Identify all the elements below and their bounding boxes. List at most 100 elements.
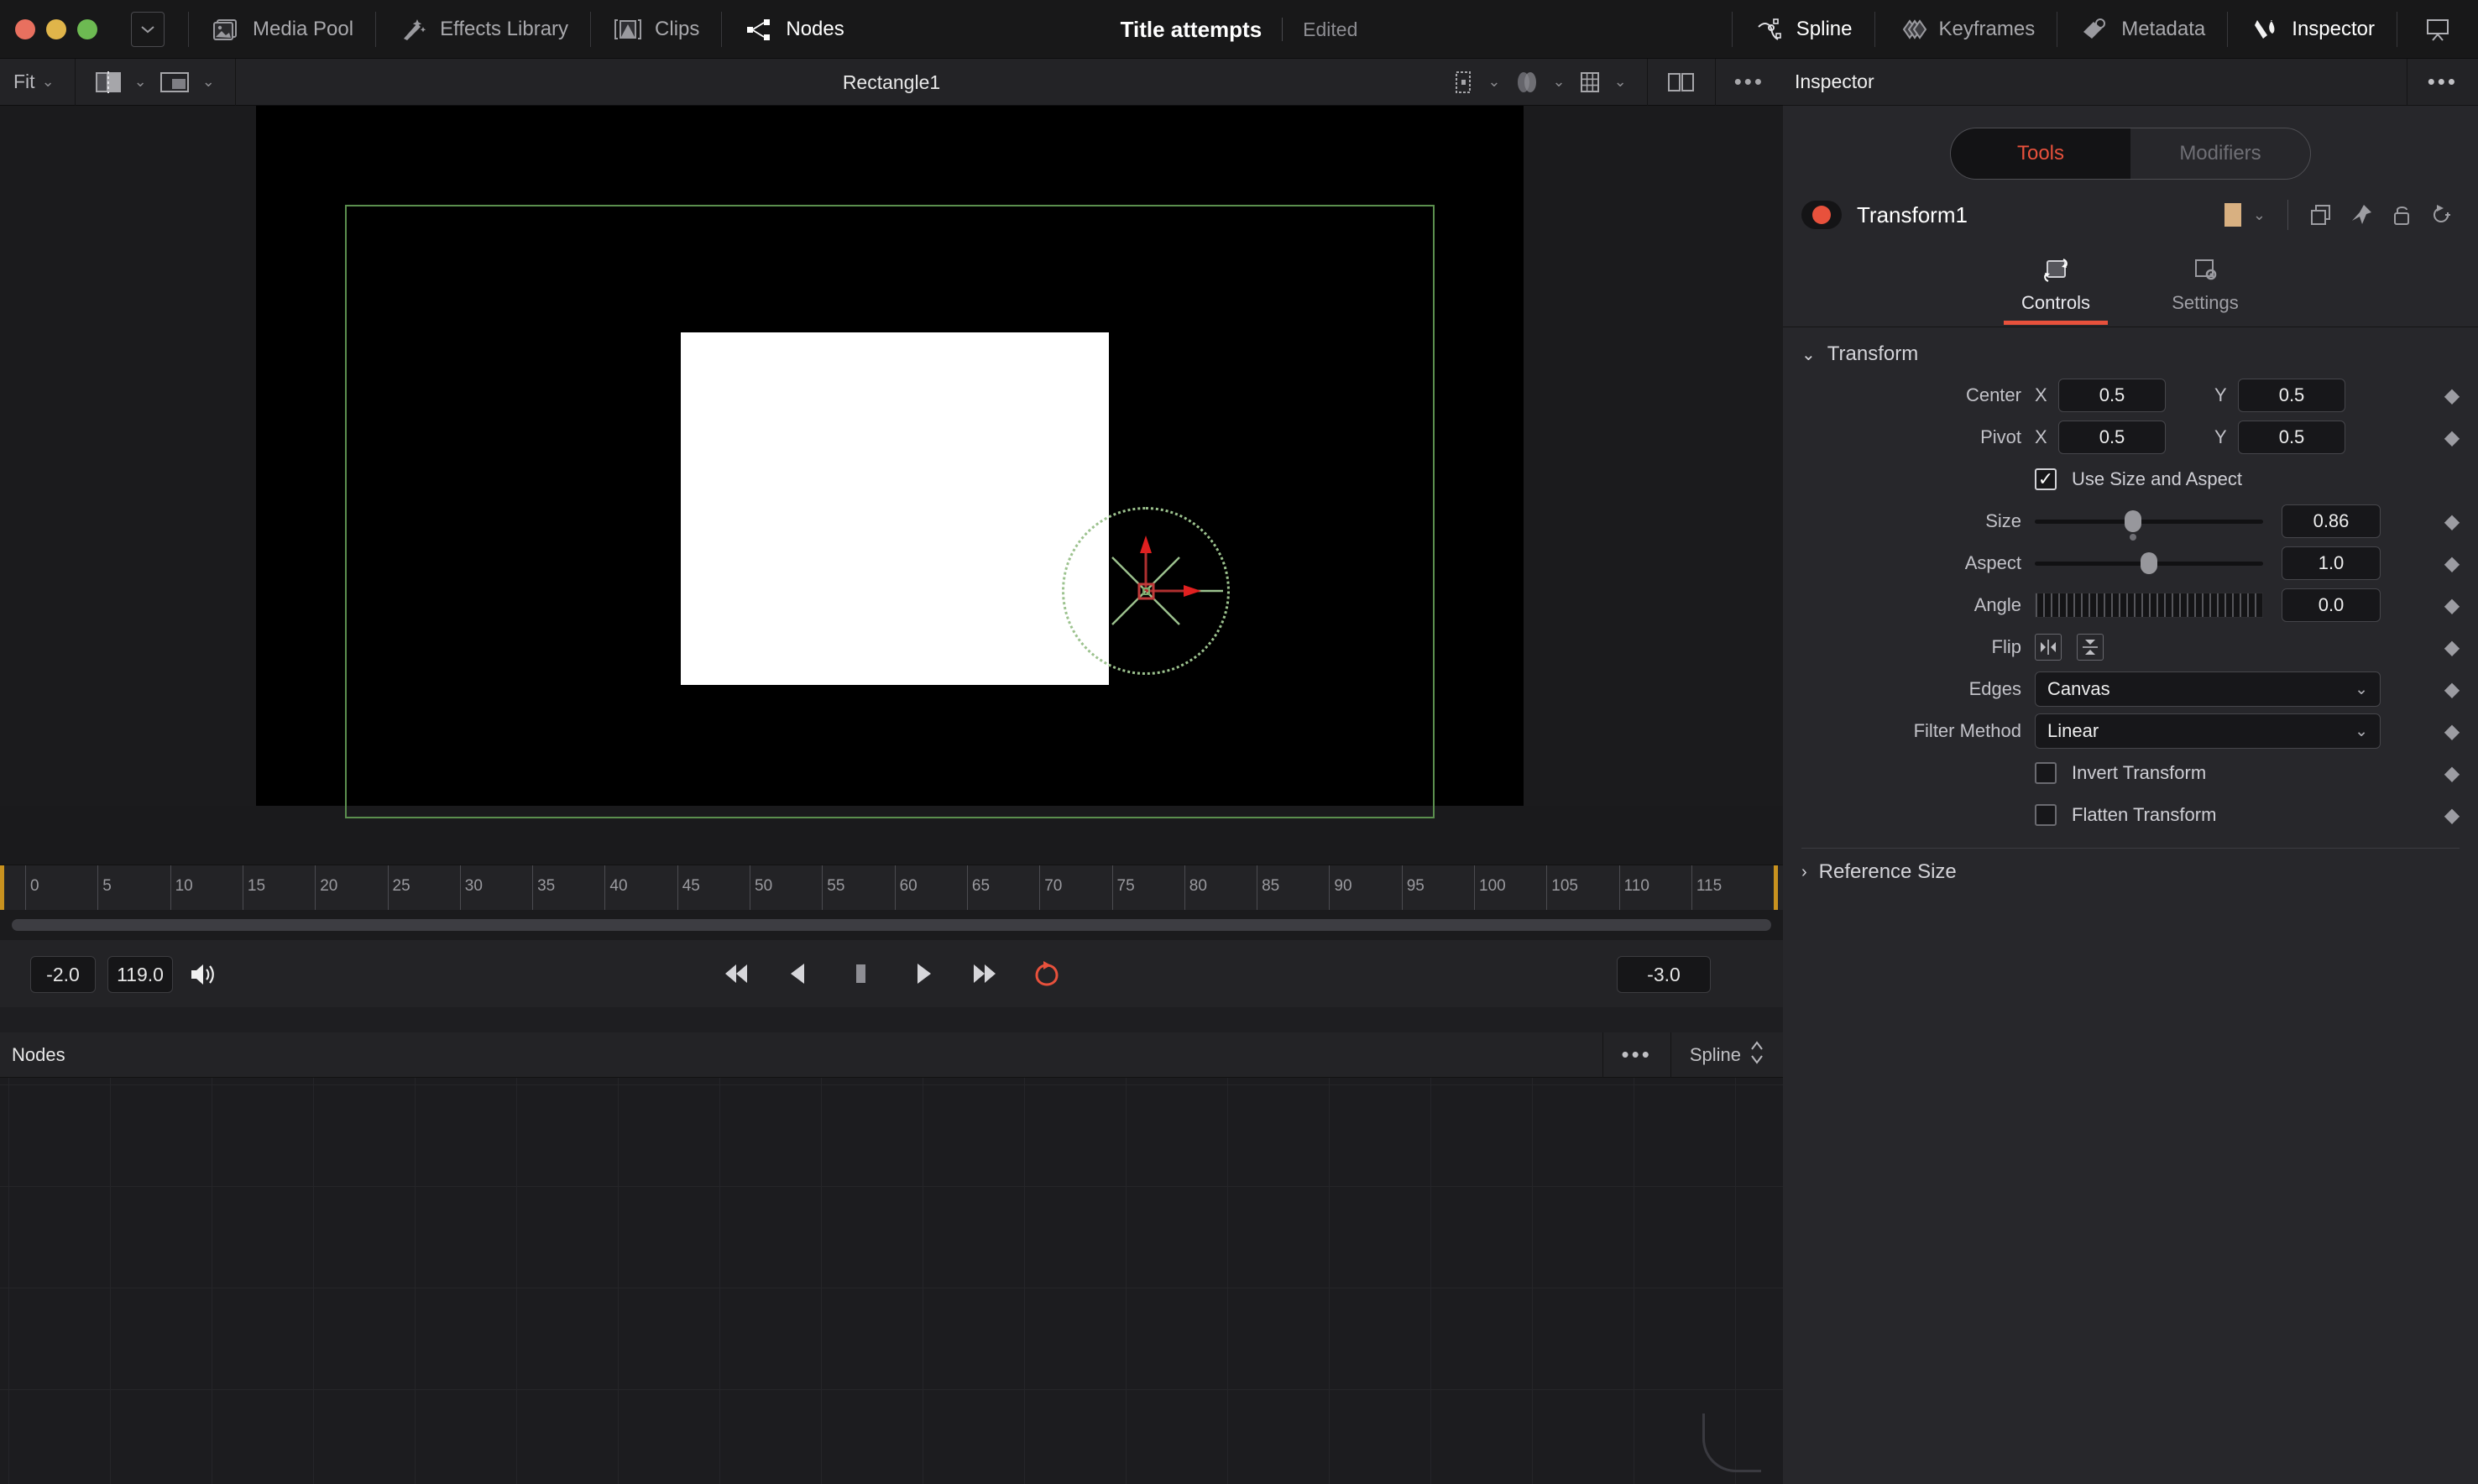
window-controls[interactable]	[0, 18, 97, 39]
keyframe-diamond-icon[interactable]: ◆	[2439, 677, 2465, 702]
param-field-y[interactable]: 0.5	[2238, 379, 2345, 412]
timeline-range-start[interactable]	[0, 865, 4, 911]
roi-icon[interactable]	[1446, 65, 1481, 99]
chevron-down-icon[interactable]: ⌄	[1546, 73, 1572, 91]
keyframe-diamond-icon[interactable]: ◆	[2439, 761, 2465, 786]
timeline-ruler[interactable]: 0 5 10 15 20 25 30 35 40 45 50 55 60 65 70 75 80 85 90 95 10…	[0, 865, 1783, 911]
param-field-x[interactable]: 0.5	[2058, 379, 2166, 412]
slider-handle[interactable]	[2124, 510, 2141, 532]
slider-handle[interactable]	[2141, 552, 2157, 574]
split-wipe-icon[interactable]	[89, 65, 128, 99]
keyframe-diamond-icon[interactable]: ◆	[2439, 426, 2465, 450]
param-field-size[interactable]: 0.86	[2282, 504, 2381, 538]
split-view-control[interactable]: ⌄ ⌄	[76, 59, 235, 106]
loop-icon[interactable]	[1029, 955, 1064, 992]
keyframe-diamond-icon[interactable]: ◆	[2439, 719, 2465, 744]
current-frame-field[interactable]: -3.0	[1617, 956, 1711, 993]
slider-aspect[interactable]	[2035, 546, 2263, 580]
chevron-down-icon[interactable]: ⌄	[1481, 73, 1507, 91]
duplicate-icon[interactable]	[2303, 197, 2339, 233]
axis-label-y: Y	[2214, 384, 2227, 405]
grid-overlay-icon[interactable]	[1572, 65, 1608, 99]
section-header-reference-size[interactable]: › Reference Size	[1783, 849, 2478, 892]
play-icon[interactable]	[905, 955, 940, 992]
chevron-down-icon[interactable]: ⌄	[196, 73, 222, 91]
tab-inspector[interactable]: Inspector	[2228, 0, 2397, 59]
param-field-y[interactable]: 0.5	[2238, 421, 2345, 454]
viewer-display-options[interactable]: ⌄ ⌄ ⌄	[1432, 59, 1646, 106]
angle-scrub-control[interactable]	[2035, 593, 2263, 618]
flip-vertical-icon[interactable]	[2077, 634, 2104, 661]
tab-controls[interactable]: Controls	[1993, 253, 2119, 327]
checkbox-use-size-and-aspect[interactable]: ✓	[2035, 468, 2057, 490]
slider-track	[2035, 519, 2263, 524]
color-channels-icon[interactable]	[1508, 65, 1546, 99]
maximize-window-button[interactable]	[77, 18, 97, 39]
keyframe-diamond-icon[interactable]: ◆	[2439, 635, 2465, 660]
node-actions-divider	[2287, 200, 2288, 230]
close-window-button[interactable]	[15, 18, 35, 39]
up-down-stepper-icon[interactable]	[1749, 1038, 1764, 1072]
tab-spline[interactable]: Spline	[1733, 0, 1874, 59]
tab-clips[interactable]: Clips	[591, 0, 721, 59]
chevron-down-icon[interactable]: ⌄	[2246, 206, 2272, 224]
picture-in-picture-icon[interactable]	[154, 65, 196, 99]
timeline-range-end[interactable]	[1774, 865, 1778, 911]
tab-tools[interactable]: Tools	[1951, 128, 2130, 179]
keyframe-diamond-icon[interactable]: ◆	[2439, 384, 2465, 408]
pin-icon[interactable]	[2344, 197, 2379, 233]
checkbox-flatten-transform[interactable]	[2035, 804, 2057, 826]
slider-size[interactable]	[2035, 504, 2263, 541]
param-field-aspect[interactable]: 1.0	[2282, 546, 2381, 580]
transform-onscreen-control[interactable]	[1062, 507, 1230, 675]
timeline-scrollbar-row[interactable]	[0, 910, 1783, 940]
reset-icon[interactable]	[2424, 197, 2460, 233]
chevron-down-icon[interactable]: ⌄	[1608, 73, 1634, 91]
dropdown-filter-method[interactable]: Linear ⌄	[2035, 713, 2381, 749]
keyframe-diamond-icon[interactable]: ◆	[2439, 593, 2465, 618]
stop-icon[interactable]	[843, 955, 878, 992]
param-field-angle[interactable]: 0.0	[2282, 588, 2381, 622]
chevron-down-icon[interactable]: ⌄	[35, 73, 61, 91]
nodes-options-button[interactable]: •••	[1603, 1042, 1670, 1068]
checkbox-invert-transform[interactable]	[2035, 762, 2057, 784]
tab-nodes[interactable]: Nodes	[722, 0, 865, 59]
tab-effects-library[interactable]: Effects Library	[376, 0, 590, 59]
inspector-parameters: ⌄ Transform Center X 0.5 Y 0.5 ◆ Pivot X 0.5 Y 0.5…	[1783, 327, 2478, 892]
collapse-panel-button[interactable]	[2397, 0, 2478, 59]
tab-settings[interactable]: Settings	[2142, 253, 2268, 327]
tools-modifiers-toggle[interactable]: Tools Modifiers	[1950, 128, 2311, 180]
tab-modifiers[interactable]: Modifiers	[2130, 128, 2310, 179]
section-header-transform[interactable]: ⌄ Transform	[1783, 331, 2478, 374]
keyframe-diamond-icon[interactable]: ◆	[2439, 509, 2465, 534]
keyframe-diamond-icon[interactable]: ◆	[2439, 551, 2465, 576]
tab-media-pool[interactable]: Media Pool	[189, 0, 375, 59]
chevron-down-icon[interactable]: ⌄	[128, 73, 154, 91]
node-color-swatch[interactable]	[2224, 203, 2241, 227]
skip-to-start-icon[interactable]	[719, 955, 754, 992]
node-enable-toggle[interactable]	[1801, 201, 1842, 229]
dual-viewer-icon[interactable]	[1661, 65, 1702, 99]
node-graph-canvas[interactable]: Rectangle1Background2Transform1Layer2Med…	[0, 1078, 1783, 1484]
param-field-x[interactable]: 0.5	[2058, 421, 2166, 454]
viewer-canvas[interactable]	[256, 106, 1524, 818]
viewer-options-button[interactable]: •••	[1716, 59, 1783, 106]
flip-horizontal-icon[interactable]	[2035, 634, 2062, 661]
inspector-options-button[interactable]: •••	[2407, 69, 2478, 95]
keyframe-diamond-icon[interactable]: ◆	[2439, 803, 2465, 828]
skip-to-end-icon[interactable]	[967, 955, 1002, 992]
zoom-control[interactable]: Fit ⌄	[0, 59, 75, 106]
timeline-scrollbar[interactable]	[12, 919, 1771, 931]
chevron-down-box-icon[interactable]	[131, 11, 165, 47]
tab-metadata[interactable]: Metadata	[2057, 0, 2227, 59]
dual-viewer-toggle[interactable]	[1648, 59, 1715, 106]
options-dots-icon[interactable]: •••	[1729, 65, 1770, 99]
dropdown-edges[interactable]: Canvas ⌄	[2035, 671, 2381, 707]
spline-toggle-button[interactable]: Spline	[1671, 1038, 1783, 1072]
lock-icon[interactable]	[2384, 197, 2419, 233]
tab-keyframes[interactable]: Keyframes	[1875, 0, 2057, 59]
top-toolbar: Media Pool Effects Library Clips Nodes T…	[0, 0, 2478, 59]
param-label: Filter Method	[1913, 720, 2021, 741]
minimize-window-button[interactable]	[46, 18, 66, 39]
step-back-icon[interactable]	[781, 955, 816, 992]
